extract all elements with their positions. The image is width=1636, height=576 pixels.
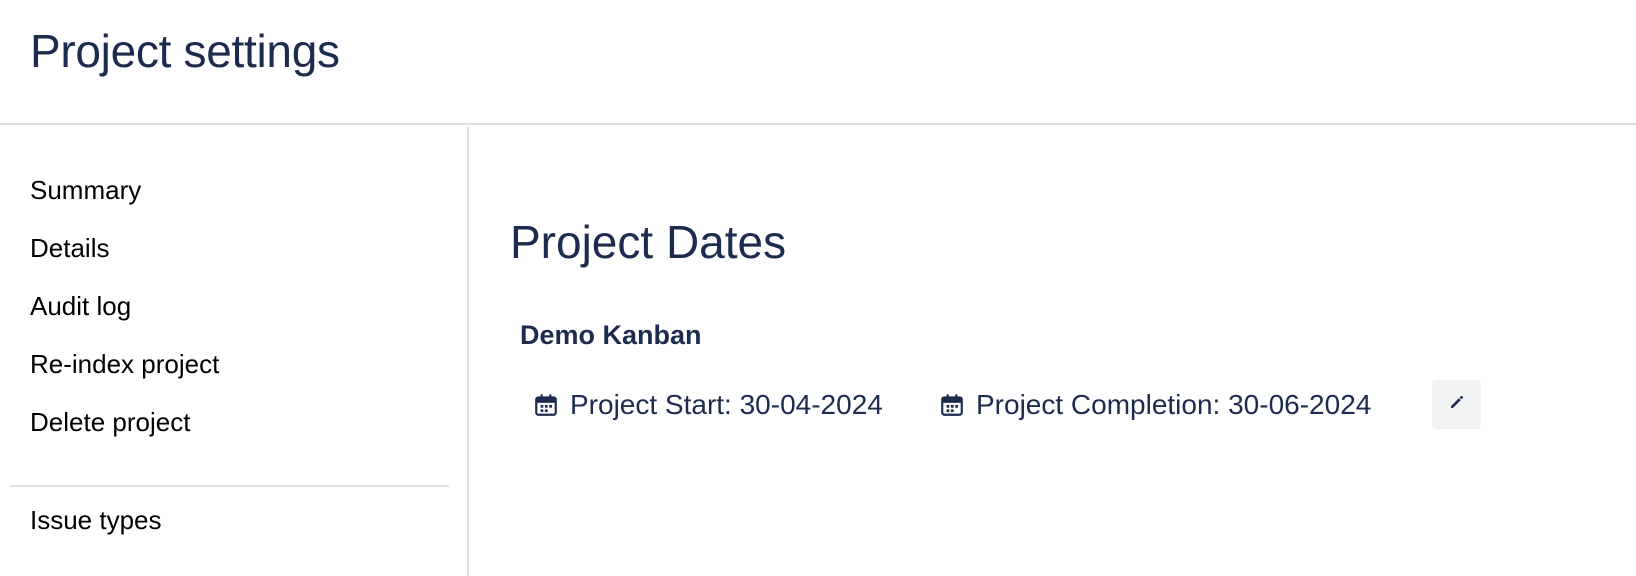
- sidebar-item-audit-log[interactable]: Audit log: [30, 291, 131, 322]
- edit-dates-button[interactable]: [1432, 380, 1481, 429]
- project-start-date: Project Start: 30-04-2024: [533, 385, 883, 425]
- sidebar-item-issue-types[interactable]: Issue types: [30, 505, 162, 536]
- pencil-icon: [1448, 393, 1466, 416]
- page-title: Project settings: [30, 25, 340, 77]
- page-header: Project settings: [0, 0, 1636, 125]
- calendar-icon: [939, 392, 965, 418]
- section-title: Project Dates: [510, 216, 787, 268]
- project-start-label: Project Start: 30-04-2024: [570, 389, 883, 420]
- project-completion-date: Project Completion: 30-06-2024: [939, 385, 1371, 425]
- sidebar-item-delete-project[interactable]: Delete project: [30, 407, 190, 438]
- sidebar-divider: [10, 485, 449, 487]
- calendar-icon: [533, 392, 559, 418]
- project-name: Demo Kanban: [520, 320, 702, 350]
- sidebar-item-reindex-project[interactable]: Re-index project: [30, 349, 219, 380]
- sidebar-item-details[interactable]: Details: [30, 233, 109, 264]
- main-content: Project Dates Demo Kanban Project Start:…: [471, 127, 1636, 576]
- sidebar-item-summary[interactable]: Summary: [30, 175, 141, 206]
- project-completion-label: Project Completion: 30-06-2024: [976, 389, 1372, 420]
- sidebar: Summary Details Audit log Re-index proje…: [0, 127, 469, 576]
